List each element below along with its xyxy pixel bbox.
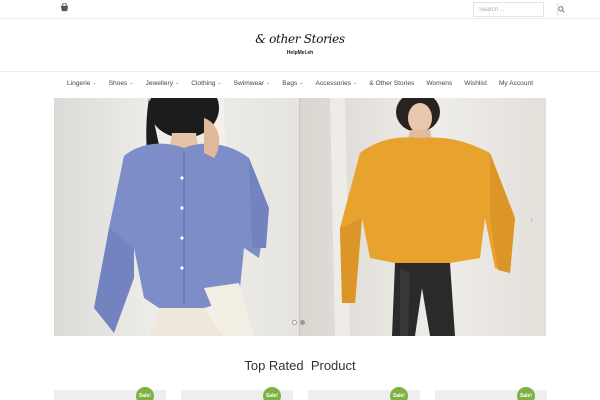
site-logo[interactable]: & other Stories bbox=[240, 32, 360, 46]
chevron-down-icon: ⌄ bbox=[353, 80, 358, 86]
nav-item-label: Swimwear bbox=[233, 79, 265, 87]
nav-item-jewellery[interactable]: Jewellery ⌄ bbox=[146, 80, 180, 87]
product-card[interactable]: Sale! bbox=[308, 387, 420, 400]
search-box bbox=[473, 2, 565, 17]
nav-item-label: Lingerie bbox=[66, 79, 91, 87]
chevron-down-icon: ⌄ bbox=[266, 80, 271, 86]
chevron-down-icon: ⌄ bbox=[92, 80, 97, 86]
brand-header: & other Stories HelpMel.eh bbox=[0, 20, 600, 72]
nav-item-label: & Other Stories bbox=[369, 79, 415, 87]
slider-dots bbox=[292, 320, 305, 325]
slide-image-cardigan[interactable] bbox=[54, 98, 300, 336]
product-card[interactable]: Sale! bbox=[435, 387, 547, 400]
nav-item-shoes[interactable]: Shoes ⌄ bbox=[109, 80, 134, 87]
section-title: Top Rated Product bbox=[244, 358, 356, 373]
nav-item-label: Jewellery bbox=[145, 79, 174, 87]
nav-item-label: Clothing bbox=[191, 79, 216, 87]
site-subtitle: HelpMel.eh bbox=[286, 50, 314, 56]
product-card[interactable]: Sale! bbox=[181, 387, 293, 400]
top-bar bbox=[0, 0, 600, 19]
sale-badge: Sale! bbox=[517, 387, 535, 400]
nav-item-label: My Account bbox=[498, 79, 534, 87]
product-row: Sale! Sale! Sale! Sale! bbox=[54, 387, 547, 400]
slide-image-sweater[interactable] bbox=[300, 98, 546, 336]
slider-next-arrow[interactable]: › bbox=[530, 214, 533, 224]
sale-badge: Sale! bbox=[390, 387, 408, 400]
model-cardigan-illustration bbox=[94, 98, 269, 336]
cart-icon[interactable] bbox=[60, 3, 69, 12]
chevron-down-icon: ⌄ bbox=[129, 80, 134, 86]
main-navigation: Lingerie ⌄ Shoes ⌄ Jewellery ⌄ Clothing ⌄ Swimwe… bbox=[0, 72, 600, 94]
search-input[interactable] bbox=[474, 3, 557, 16]
hero-slider: › bbox=[54, 98, 546, 336]
nav-item-swimwear[interactable]: Swimwear ⌄ bbox=[234, 80, 271, 87]
nav-item-wishlist[interactable]: Wishlist bbox=[464, 80, 487, 87]
chevron-down-icon: ⌄ bbox=[299, 80, 304, 86]
slider-dot-1[interactable] bbox=[292, 320, 297, 325]
nav-item-label: Bags bbox=[282, 79, 298, 87]
model-sweater-illustration bbox=[330, 98, 515, 336]
nav-item-accessories[interactable]: Accessories ⌄ bbox=[315, 80, 357, 87]
nav-item-label: Shoes bbox=[108, 79, 128, 87]
search-button[interactable] bbox=[557, 3, 565, 16]
search-icon bbox=[558, 6, 565, 13]
nav-item-bags[interactable]: Bags ⌄ bbox=[282, 80, 303, 87]
product-card[interactable]: Sale! bbox=[54, 387, 166, 400]
nav-item-my-account[interactable]: My Account bbox=[499, 80, 533, 87]
nav-item-label: Womens bbox=[426, 79, 453, 87]
sale-badge: Sale! bbox=[136, 387, 154, 400]
nav-item-clothing[interactable]: Clothing ⌄ bbox=[191, 80, 221, 87]
chevron-down-icon: ⌄ bbox=[217, 80, 222, 86]
nav-item-other-stories[interactable]: & Other Stories bbox=[369, 80, 414, 87]
nav-item-lingerie[interactable]: Lingerie ⌄ bbox=[67, 80, 97, 87]
nav-item-label: Accessories bbox=[315, 79, 352, 87]
chevron-down-icon: ⌄ bbox=[175, 80, 180, 86]
slider-dot-2[interactable] bbox=[300, 320, 305, 325]
nav-item-womens[interactable]: Womens bbox=[426, 80, 452, 87]
sale-badge: Sale! bbox=[263, 387, 281, 400]
nav-item-label: Wishlist bbox=[464, 79, 487, 87]
